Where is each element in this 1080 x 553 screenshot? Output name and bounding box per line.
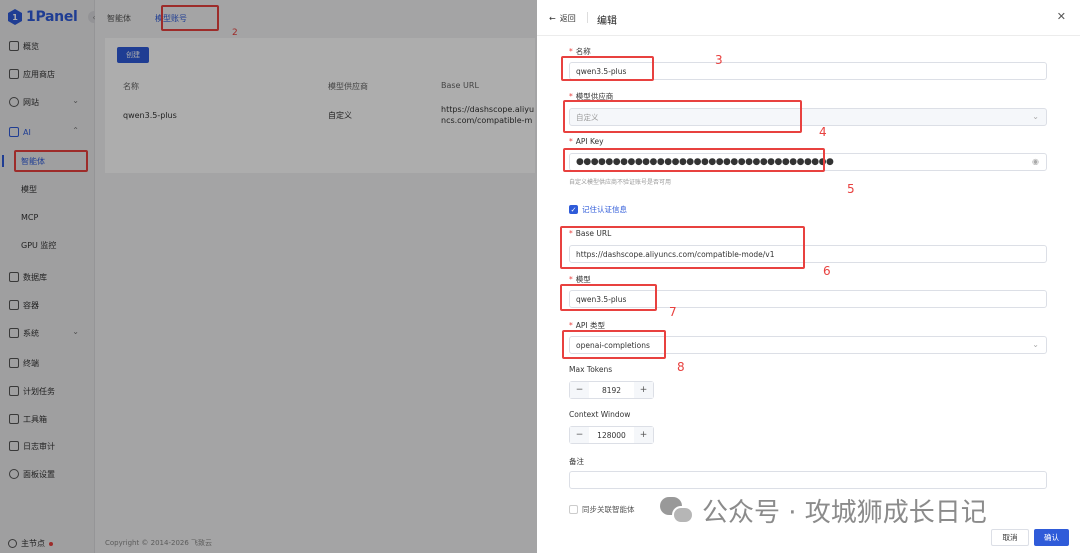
remark-label: 备注 [569,457,584,466]
annotation-box-8 [562,330,666,359]
annotation-box-7 [560,284,657,311]
modal-overlay[interactable] [0,0,537,553]
api-type-label-text: API 类型 [575,321,605,330]
edit-drawer: ← 返回 编辑 ✕ * 名称 qwen3.5-plus 3 * 模型供应商 自定义 ⌄ … [537,0,1080,553]
checkbox-box [569,505,578,514]
annotation-box-3 [561,56,654,81]
confirm-button[interactable]: 确认 [1034,529,1069,546]
back-label: 返回 [559,14,576,23]
annotation-number-7: 7 [669,305,677,319]
chevron-down-icon: ⌄ [1032,340,1039,349]
max-tokens-label: Max Tokens [569,365,613,374]
annotation-number-5: 5 [847,182,855,196]
required-mark: * [569,275,573,284]
back-button[interactable]: ← 返回 [549,13,576,24]
increment-button[interactable]: + [634,382,653,398]
decrement-button[interactable]: − [570,382,589,398]
required-mark: * [569,47,573,56]
context-window-label: Context Window [569,410,631,419]
wechat-icon [660,496,694,525]
remember-checkbox[interactable]: ✓ 记住认证信息 [569,204,627,215]
api-key-label-text: API Key [575,137,604,146]
context-window-value[interactable]: 128000 [589,431,634,440]
annotation-number-3: 3 [715,53,723,67]
watermark-text: 公众号 · 攻城狮成长日记 [702,498,987,528]
required-mark: * [569,137,573,146]
increment-button[interactable]: + [634,427,653,443]
eye-icon[interactable]: ◉ [1032,157,1039,166]
annotation-number-8: 8 [677,360,685,374]
decrement-button[interactable]: − [570,427,589,443]
required-mark: * [569,321,573,330]
chevron-down-icon: ⌄ [1032,112,1039,121]
model-label-text: 模型 [575,275,591,284]
close-icon[interactable]: ✕ [1057,10,1066,23]
max-tokens-stepper: − 8192 + [569,381,654,399]
app: 1 1Panel ‹ 概览 应用商店 网站 ⌄ AI ⌃ 智能体 模型 MCP GP… [0,0,1080,553]
annotation-box-4 [563,100,802,133]
annotation-number-6: 6 [823,264,831,278]
watermark: 公众号 · 攻城狮成长日记 [660,492,987,529]
api-key-hint: 自定义模型供应商不验证账号是否可用 [569,179,672,186]
sync-agents-checkbox[interactable]: 同步关联智能体 [569,504,635,515]
annotation-box-6 [560,226,805,269]
annotation-box-5 [563,148,825,172]
remember-label: 记住认证信息 [582,205,627,214]
annotation-number-4: 4 [819,125,827,139]
drawer-title: 编辑 [597,16,617,27]
header-divider [587,12,588,23]
max-tokens-value[interactable]: 8192 [589,386,634,395]
cancel-button[interactable]: 取消 [991,529,1029,546]
check-icon: ✓ [569,205,578,214]
api-key-label: * API Key [569,137,604,146]
drawer-header: ← 返回 编辑 ✕ [537,0,1080,36]
sync-label: 同步关联智能体 [582,505,635,514]
context-window-stepper: − 128000 + [569,426,654,444]
remark-field[interactable] [569,471,1047,489]
name-label-text: 名称 [575,47,591,56]
arrow-left-icon: ← [549,14,556,23]
